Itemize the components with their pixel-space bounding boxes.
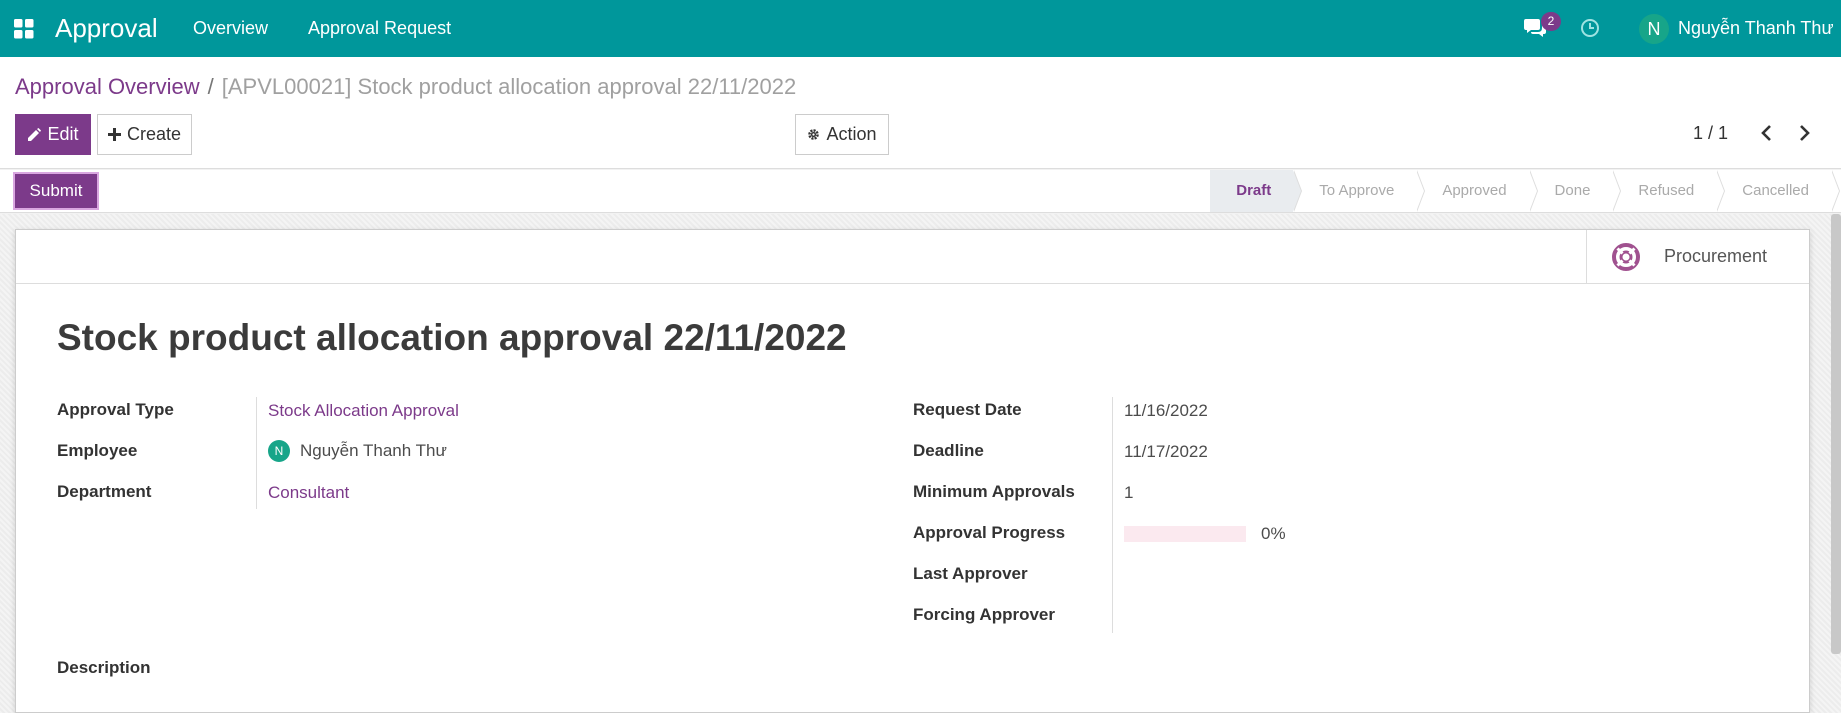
page-scrollbar[interactable] (1831, 214, 1841, 654)
action-button[interactable]: Action (795, 114, 889, 155)
submit-button[interactable]: Submit (13, 172, 99, 210)
stage-pipeline: Draft To Approve Approved Done Refused C… (1210, 170, 1840, 212)
control-panel: Approval Overview / [APVL00021] Stock prod… (0, 57, 1841, 169)
smart-button-box: Procurement (16, 230, 1809, 284)
minimum-approvals-value[interactable]: 1 (1124, 483, 1133, 503)
plus-icon (107, 128, 121, 141)
employee-avatar: N (268, 440, 290, 462)
stage-cancelled[interactable]: Cancelled (1716, 170, 1840, 212)
procurement-smart-button[interactable]: Procurement (1586, 230, 1809, 284)
approval-type-label: Approval Type (57, 400, 174, 419)
department-label: Department (57, 482, 152, 501)
gear-icon (808, 129, 820, 140)
description-label: Description (57, 658, 151, 677)
stage-done[interactable]: Done (1529, 170, 1622, 212)
chevron-left-icon[interactable] (1759, 124, 1775, 142)
approval-progress-label: Approval Progress (913, 523, 1066, 542)
user-avatar[interactable]: N (1639, 14, 1669, 44)
procurement-smart-button-label: Procurement (1664, 246, 1768, 266)
breadcrumb-parent-link[interactable]: Approval Overview (15, 74, 200, 99)
nav-menu: Overview Approval Request (193, 18, 451, 39)
forcing-approver-label: Forcing Approver (913, 605, 1055, 624)
employee-value[interactable]: Nguyễn Thanh Thư (300, 441, 447, 461)
pencil-icon (28, 127, 42, 141)
user-menu-name[interactable]: Nguyễn Thanh Thư (1678, 18, 1834, 39)
edit-button[interactable]: Edit (15, 114, 91, 155)
breadcrumb-separator: / (207, 74, 214, 99)
record-title: Stock product allocation approval 22/11/… (57, 317, 847, 358)
lifebuoy-icon (1612, 243, 1640, 271)
stage-draft[interactable]: Draft (1210, 170, 1303, 212)
deadline-label: Deadline (913, 441, 984, 460)
top-navbar: Approval Overview Approval Request 2 N N… (0, 0, 1841, 57)
approval-progress-value: 0% (1261, 524, 1286, 543)
app-title[interactable]: Approval (55, 13, 158, 44)
chat-count-badge: 2 (1541, 12, 1561, 31)
request-date-label: Request Date (913, 400, 1022, 419)
apps-grid-icon[interactable] (14, 19, 34, 39)
right-group-divider (1112, 397, 1113, 633)
stage-approved[interactable]: Approved (1416, 170, 1538, 212)
last-approver-label: Last Approver (913, 564, 1028, 583)
left-group-divider (256, 397, 257, 509)
approval-progress-bar (1124, 526, 1246, 542)
employee-label: Employee (57, 441, 138, 460)
breadcrumb: Approval Overview / [APVL00021] Stock prod… (15, 74, 796, 100)
minimum-approvals-label: Minimum Approvals (913, 482, 1075, 501)
department-value[interactable]: Consultant (268, 483, 349, 503)
stage-refused[interactable]: Refused (1612, 170, 1726, 212)
activity-clock-icon[interactable] (1580, 18, 1600, 38)
pager-value[interactable]: 1 / 1 (1693, 123, 1728, 144)
breadcrumb-current: [APVL00021] Stock product allocation app… (221, 74, 797, 99)
submit-button-label: Submit (29, 181, 83, 200)
request-date-value[interactable]: 11/16/2022 (1124, 401, 1208, 421)
create-button[interactable]: Create (97, 114, 192, 155)
chevron-right-icon[interactable] (1796, 124, 1812, 142)
nav-item-overview[interactable]: Overview (193, 18, 268, 39)
action-button-label: Action (826, 124, 877, 144)
nav-item-approval-request[interactable]: Approval Request (308, 18, 451, 39)
deadline-value[interactable]: 11/17/2022 (1124, 442, 1208, 462)
form-sheet: Procurement Stock product allocation app… (15, 229, 1810, 713)
edit-button-label: Edit (47, 124, 79, 144)
approval-type-value[interactable]: Stock Allocation Approval (268, 401, 459, 421)
stage-to-approve[interactable]: To Approve (1293, 170, 1426, 212)
create-button-label: Create (126, 124, 182, 144)
